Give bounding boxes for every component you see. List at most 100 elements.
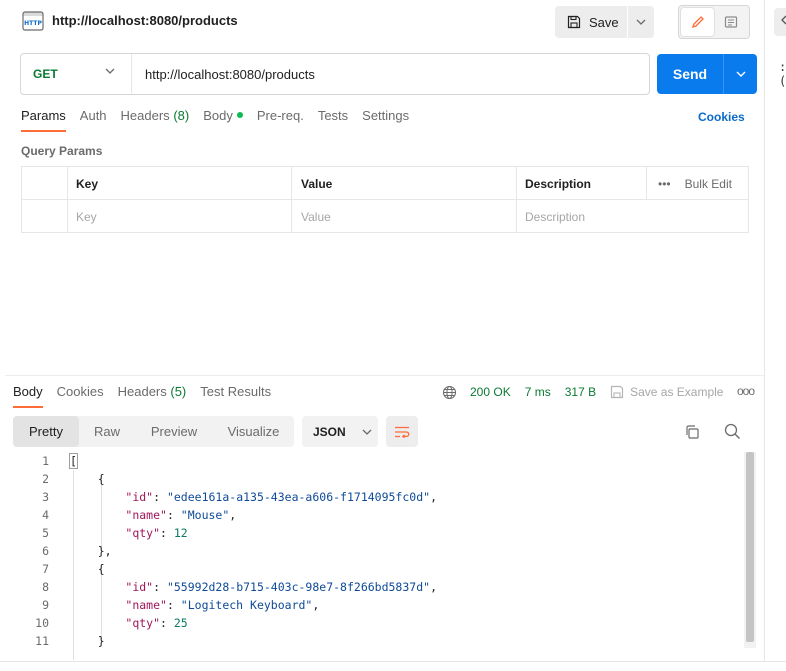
request-header: HTTP http://localhost:8080/products Save	[0, 0, 765, 44]
save-as-example-button[interactable]: Save as Example	[610, 385, 723, 399]
json-punct: ,	[430, 580, 437, 594]
line-number: 8	[42, 580, 49, 594]
line-number: 6	[42, 544, 49, 558]
method-select[interactable]: GET	[21, 54, 132, 94]
save-button[interactable]: Save	[555, 6, 628, 38]
wrap-lines-icon	[395, 426, 410, 438]
code-line: 2 {	[5, 470, 745, 488]
json-key: "id"	[125, 490, 154, 504]
line-number: 3	[42, 490, 49, 504]
line-number: 5	[42, 526, 49, 540]
tab-params[interactable]: Params	[21, 108, 66, 132]
response-size[interactable]: 317 B	[565, 385, 596, 399]
line-number: 2	[42, 472, 49, 486]
bulk-edit-button[interactable]: Bulk Edit	[685, 177, 732, 191]
format-label: JSON	[313, 424, 346, 439]
json-key: "id"	[125, 580, 154, 594]
more-options-icon[interactable]: •••	[658, 177, 671, 191]
json-string-value: "55992d28-b715-403c-98e7-8f266bd5837d"	[166, 580, 431, 594]
response-tab-headers[interactable]: Headers (5)	[118, 384, 187, 408]
response-time[interactable]: 7 ms	[525, 385, 551, 399]
svg-text:HTTP: HTTP	[24, 20, 42, 27]
line-number: 10	[35, 616, 49, 630]
wrap-lines-button[interactable]	[386, 416, 418, 447]
query-params-title: Query Params	[21, 144, 103, 158]
status-code[interactable]: 200 OK	[470, 385, 511, 399]
http-icon: HTTP	[22, 11, 44, 31]
copy-icon[interactable]	[684, 424, 700, 440]
send-button-group: Send	[657, 54, 757, 94]
json-string-value: "Logitech Keyboard"	[180, 598, 313, 612]
docs-mode-button[interactable]	[714, 8, 747, 36]
code-snippet-icon[interactable]: :(	[779, 60, 786, 88]
column-header-description: Description	[525, 176, 592, 191]
pencil-icon	[691, 16, 704, 29]
tab-body-label: Body	[203, 108, 233, 123]
request-title[interactable]: http://localhost:8080/products	[52, 13, 238, 28]
chevron-down-icon	[105, 68, 115, 74]
code-text: },	[70, 544, 112, 558]
chevron-down-icon	[362, 429, 372, 435]
response-tab-test-results[interactable]: Test Results	[200, 384, 271, 408]
scrollbar-thumb[interactable]	[746, 452, 754, 642]
code-line: 9 "name": "Logitech Keyboard",	[5, 596, 745, 614]
send-button[interactable]: Send	[657, 54, 724, 94]
column-header-key: Key	[76, 176, 99, 191]
json-key: "name"	[125, 508, 167, 522]
key-input[interactable]: Key	[76, 200, 281, 233]
code-line: 10 "qty": 25	[5, 614, 745, 632]
code-line: 3 "id": "edee161a-a135-43ea-a606-f171409…	[5, 488, 745, 506]
tab-body[interactable]: Body	[203, 108, 243, 132]
tab-prereq[interactable]: Pre-req.	[257, 108, 304, 132]
right-sidebar: :(	[766, 0, 786, 661]
response-body-editor[interactable]: 1 [ 2 { 3 "id": "edee161a-a135-43ea-a606…	[5, 452, 757, 661]
format-select[interactable]: JSON	[302, 416, 378, 447]
response-divider[interactable]	[5, 375, 765, 376]
code-line: 1 [	[5, 452, 745, 470]
save-icon	[567, 15, 581, 29]
json-key: "name"	[125, 598, 167, 612]
response-tab-cookies[interactable]: Cookies	[57, 384, 104, 408]
cookies-link[interactable]: Cookies	[698, 110, 745, 124]
save-label: Save	[589, 14, 619, 30]
code-text: {	[70, 472, 105, 486]
json-string-value: "edee161a-a135-43ea-a606-f1714095fc0d"	[166, 490, 431, 504]
edit-docs-toggle	[678, 5, 750, 39]
chevron-left-icon	[781, 15, 786, 25]
more-options-icon[interactable]: ooo	[737, 384, 755, 398]
view-preview[interactable]: Preview	[135, 416, 213, 447]
request-tabs: Params Auth Headers (8) Body Pre-req. Te…	[21, 108, 423, 132]
save-button-group: Save	[555, 6, 654, 38]
edit-mode-button[interactable]	[681, 8, 714, 36]
chevron-down-icon	[736, 71, 745, 77]
json-key: "qty"	[125, 526, 161, 540]
tab-settings[interactable]: Settings	[362, 108, 409, 132]
save-options-button[interactable]	[628, 6, 654, 38]
view-pretty[interactable]: Pretty	[13, 416, 79, 447]
collapse-sidebar-button[interactable]	[774, 8, 786, 36]
json-punct: ,	[229, 508, 237, 522]
tab-tests[interactable]: Tests	[318, 108, 348, 132]
description-input[interactable]: Description	[525, 200, 735, 233]
editor-scrollbar[interactable]	[744, 452, 756, 648]
table-row: Key Value Description	[22, 200, 748, 233]
url-input[interactable]	[132, 54, 649, 94]
value-input[interactable]: Value	[301, 200, 506, 233]
view-raw[interactable]: Raw	[79, 416, 135, 447]
response-meta: 200 OK 7 ms 317 B Save as Example	[442, 384, 723, 400]
json-key: "qty"	[125, 616, 161, 630]
globe-icon[interactable]	[442, 385, 457, 400]
send-options-button[interactable]	[724, 54, 757, 94]
view-visualize[interactable]: Visualize	[213, 416, 294, 447]
json-string-value: "Mouse"	[180, 508, 230, 522]
tab-headers[interactable]: Headers (8)	[121, 108, 190, 132]
tab-headers-label: Headers	[120, 108, 170, 123]
json-punct: ,	[430, 490, 437, 504]
response-tab-body[interactable]: Body	[13, 384, 43, 408]
save-icon	[610, 385, 624, 399]
bulk-edit-group: ••• Bulk Edit	[658, 167, 732, 200]
line-number: 7	[42, 562, 49, 576]
tab-auth[interactable]: Auth	[80, 108, 107, 132]
search-icon[interactable]	[724, 423, 741, 440]
response-tabs: Body Cookies Headers (5) Test Results	[13, 384, 285, 408]
